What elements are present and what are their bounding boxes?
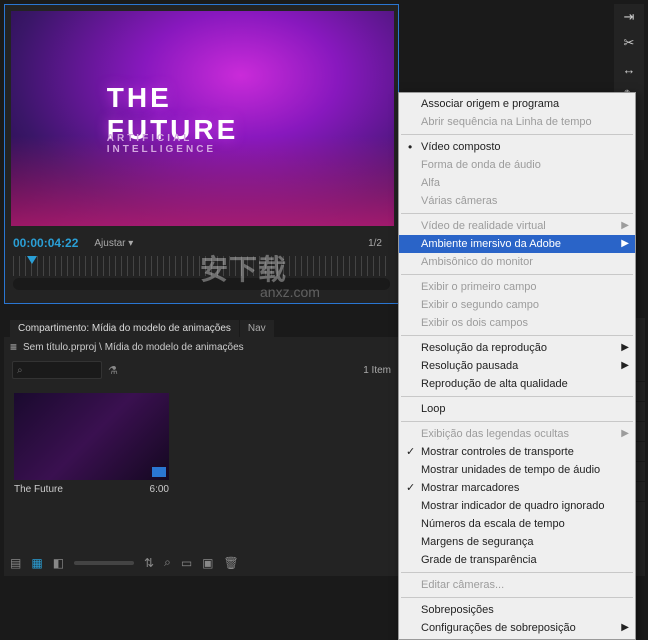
submenu-arrow-icon: ▶ <box>621 238 629 249</box>
video-title-sub: ARTIFICIAL INTELLIGENCE <box>107 133 299 155</box>
clip-thumbnail[interactable]: The Future 6:00 <box>14 393 169 495</box>
menu-item[interactable]: Sobreposições <box>399 601 635 619</box>
submenu-arrow-icon: ▶ <box>621 220 629 231</box>
sort-icon[interactable]: ⇅ <box>144 556 154 570</box>
menu-item[interactable]: Mostrar controles de transporte <box>399 443 635 461</box>
menu-item: Editar câmeras... <box>399 576 635 594</box>
menu-item[interactable]: Resolução pausada▶ <box>399 357 635 375</box>
menu-item[interactable]: Números da escala de tempo <box>399 515 635 533</box>
panel-menu-icon[interactable]: ≡ <box>10 340 17 354</box>
item-count-label: 1 Item <box>363 365 391 376</box>
new-bin-icon[interactable]: ▭ <box>181 556 192 570</box>
submenu-arrow-icon: ▶ <box>621 428 629 439</box>
menu-separator <box>401 572 633 573</box>
program-context-menu: Associar origem e programaAbrir sequênci… <box>398 92 636 640</box>
menu-item[interactable]: Mostrar marcadores <box>399 479 635 497</box>
program-transport-ruler[interactable] <box>13 256 390 276</box>
menu-separator <box>401 274 633 275</box>
project-search-row: ⌕ ⚗ 1 Item <box>4 357 399 383</box>
menu-item[interactable]: Mostrar unidades de tempo de áudio <box>399 461 635 479</box>
menu-separator <box>401 421 633 422</box>
program-video-frame[interactable]: THE FUTURE ARTIFICIAL INTELLIGENCE <box>11 11 394 226</box>
zoom-slider[interactable] <box>74 561 134 565</box>
project-panel: Compartimento: Mídia do modelo de animaç… <box>4 318 399 576</box>
menu-separator <box>401 597 633 598</box>
razor-icon[interactable]: ✂ <box>620 34 638 52</box>
submenu-arrow-icon: ▶ <box>621 360 629 371</box>
menu-item[interactable]: Ambiente imersivo da Adobe▶ <box>399 235 635 253</box>
project-bottom-toolbar: ▤ ▦ ◧ ⇅ ⌕ ▭ ▣ 🗑 <box>10 555 393 570</box>
menu-item[interactable]: Vídeo composto <box>399 138 635 156</box>
bin-tab[interactable]: Compartimento: Mídia do modelo de animaç… <box>10 320 239 337</box>
filter-icon[interactable]: ⚗ <box>108 364 118 377</box>
menu-item[interactable]: Configurações de sobreposição▶ <box>399 619 635 637</box>
trash-icon[interactable]: 🗑 <box>224 556 239 570</box>
freeform-view-icon[interactable]: ◧ <box>53 556 64 570</box>
project-breadcrumb-row: ≡ Sem título.prproj \ Mídia do modelo de… <box>4 337 399 357</box>
program-controls-row: 00:00:04:22 Ajustar ▾ 1/2 <box>5 232 398 254</box>
fit-dropdown[interactable]: Ajustar ▾ <box>94 238 133 249</box>
bin-area[interactable]: The Future 6:00 <box>4 383 399 505</box>
resolution-fraction[interactable]: 1/2 <box>368 238 382 249</box>
menu-item[interactable]: Grade de transparência <box>399 551 635 569</box>
menu-item[interactable]: Associar origem e programa <box>399 95 635 113</box>
menu-item: Forma de onda de áudio <box>399 156 635 174</box>
program-monitor: THE FUTURE ARTIFICIAL INTELLIGENCE 00:00… <box>4 4 399 304</box>
menu-item[interactable]: Resolução da reprodução▶ <box>399 339 635 357</box>
menu-item: Abrir sequência na Linha de tempo <box>399 113 635 131</box>
menu-item: Exibir os dois campos <box>399 314 635 332</box>
menu-item: Exibir o segundo campo <box>399 296 635 314</box>
nav-tab[interactable]: Nav <box>240 320 274 337</box>
menu-item: Alfa <box>399 174 635 192</box>
new-item-icon[interactable]: ▣ <box>202 556 213 570</box>
jog-wheel[interactable] <box>13 278 390 290</box>
menu-item[interactable]: Loop <box>399 400 635 418</box>
menu-item[interactable]: Mostrar indicador de quadro ignorado <box>399 497 635 515</box>
slip-icon[interactable]: ↔ <box>620 60 638 78</box>
icon-view-icon[interactable]: ▦ <box>31 556 42 570</box>
menu-separator <box>401 396 633 397</box>
menu-item: Vídeo de realidade virtual▶ <box>399 217 635 235</box>
menu-item: Ambisônico do monitor <box>399 253 635 271</box>
clip-name: The Future <box>14 484 63 495</box>
menu-item: Exibir o primeiro campo <box>399 278 635 296</box>
clip-duration: 6:00 <box>150 484 169 495</box>
menu-separator <box>401 134 633 135</box>
search-input[interactable]: ⌕ <box>12 361 102 379</box>
menu-item: Exibição das legendas ocultas▶ <box>399 425 635 443</box>
playhead-icon[interactable] <box>27 256 37 264</box>
program-timecode[interactable]: 00:00:04:22 <box>13 236 78 250</box>
project-panel-tabs: Compartimento: Mídia do modelo de animaç… <box>4 318 399 337</box>
menu-item: Várias câmeras <box>399 192 635 210</box>
project-breadcrumb[interactable]: Sem título.prproj \ Mídia do modelo de a… <box>23 342 244 353</box>
menu-item[interactable]: Margens de segurança <box>399 533 635 551</box>
menu-item[interactable]: Reprodução de alta qualidade <box>399 375 635 393</box>
clip-thumbnail-image[interactable] <box>14 393 169 480</box>
list-view-icon[interactable]: ▤ <box>10 556 21 570</box>
find-icon[interactable]: ⌕ <box>164 555 171 570</box>
menu-separator <box>401 213 633 214</box>
menu-separator <box>401 335 633 336</box>
ripple-edit-icon[interactable]: ⇥ <box>620 8 638 26</box>
submenu-arrow-icon: ▶ <box>621 622 629 633</box>
submenu-arrow-icon: ▶ <box>621 342 629 353</box>
